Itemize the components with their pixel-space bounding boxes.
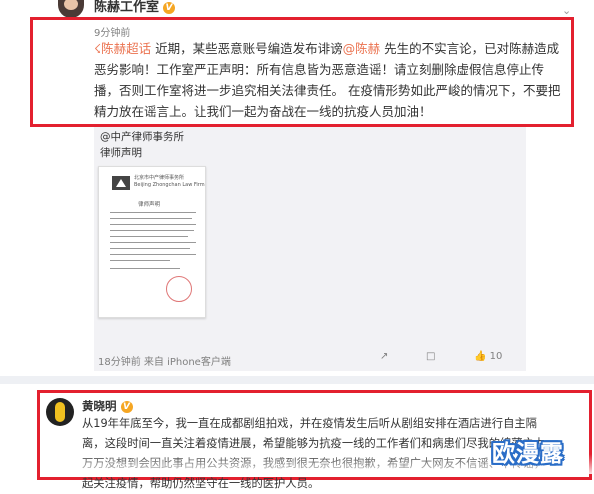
document-stamp — [166, 276, 192, 302]
divider — [0, 376, 594, 384]
law-firm-logo — [112, 176, 130, 190]
more-chevron-icon[interactable]: ⌄ — [562, 4, 571, 17]
post-text-part: 近期，某些恶意账号编造发布诽谤 — [151, 41, 343, 56]
share-icon[interactable]: ↗ — [380, 351, 388, 362]
document-header: 北京市中产律师事务所 Beijing Zhongchan Law Firm — [134, 175, 205, 189]
document-header-cn: 北京市中产律师事务所 — [134, 175, 185, 181]
author-name-text[interactable]: 陈赫工作室 — [94, 0, 159, 15]
author-name[interactable]: 黄晓明 V — [82, 398, 133, 414]
verified-badge-icon: V — [120, 400, 133, 413]
post-text: ☇陈赫超话 近期，某些恶意账号编造发布诽谤@陈赫 先生的不实言论，已对陈赫造成恶… — [94, 38, 564, 122]
quoted-subtitle: 律师声明 — [100, 147, 142, 159]
avatar[interactable] — [58, 0, 84, 18]
mention-link[interactable]: @陈赫 — [343, 41, 381, 56]
document-title: 律师声明 — [138, 202, 161, 208]
quoted-source[interactable]: @中产律师事务所 — [100, 129, 184, 144]
like-count: 10 — [489, 351, 503, 362]
post-time: 9分钟前 — [94, 28, 131, 39]
quoted-meta: 18分钟前 来自 iPhone客户端 — [98, 357, 231, 368]
document-header-en: Beijing Zhongchan Law Firm — [134, 182, 205, 188]
topic-link[interactable]: 陈赫超话 — [101, 41, 151, 56]
avatar[interactable] — [46, 398, 74, 426]
like-button[interactable]: 👍 10 — [474, 351, 502, 362]
like-icon: 👍 — [474, 351, 487, 362]
comment-icon[interactable]: □ — [426, 351, 435, 362]
verified-badge-icon: V — [163, 1, 176, 14]
author-name-text[interactable]: 黄晓明 — [82, 399, 117, 413]
author-name[interactable]: 陈赫工作室 V — [94, 0, 176, 15]
watermark: 欧漫露 — [492, 441, 564, 467]
